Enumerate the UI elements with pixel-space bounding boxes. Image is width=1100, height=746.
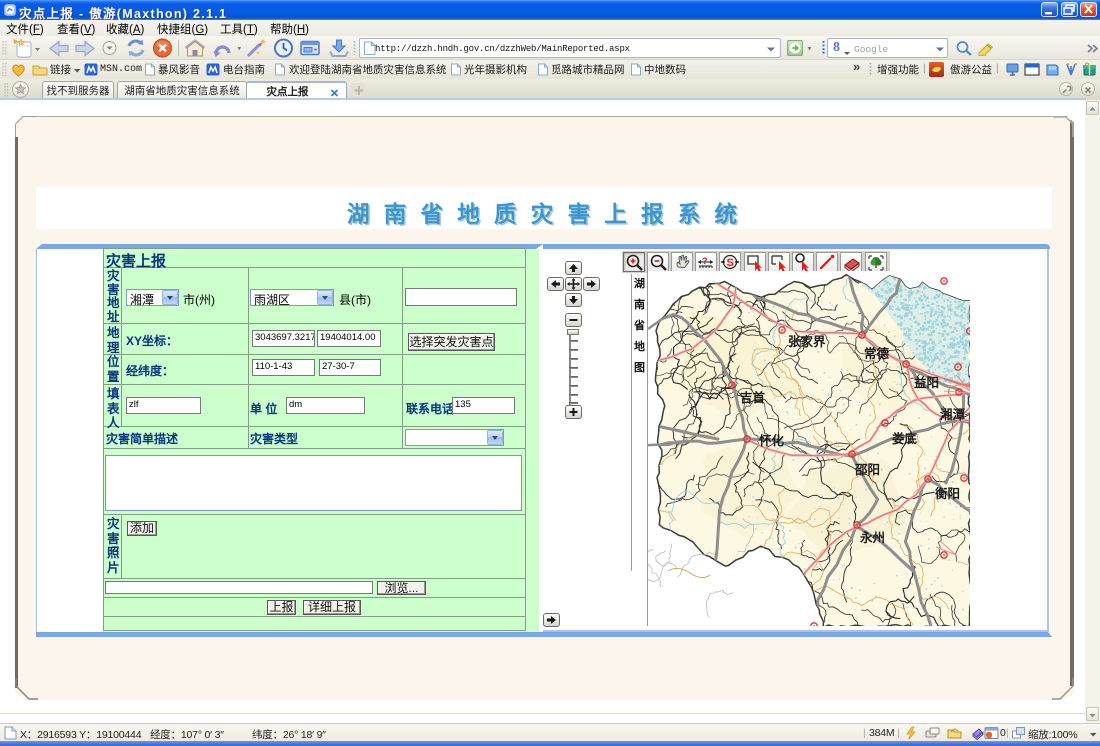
svg-text:怀化: 怀化 bbox=[759, 433, 785, 448]
svg-text:湘潭: 湘潭 bbox=[940, 407, 966, 422]
svg-text:S: S bbox=[727, 257, 734, 269]
svg-text:张家界: 张家界 bbox=[788, 334, 826, 349]
svg-text:吉首: 吉首 bbox=[740, 390, 766, 405]
svg-text:邵阳: 邵阳 bbox=[854, 462, 880, 477]
svg-text:常德: 常德 bbox=[864, 346, 890, 361]
svg-text:衡阳: 衡阳 bbox=[935, 486, 960, 501]
svg-text:益阳: 益阳 bbox=[914, 375, 939, 390]
svg-text:娄底: 娄底 bbox=[892, 431, 918, 446]
svg-text:?: ? bbox=[702, 256, 708, 266]
svg-text:永州: 永州 bbox=[859, 530, 885, 545]
